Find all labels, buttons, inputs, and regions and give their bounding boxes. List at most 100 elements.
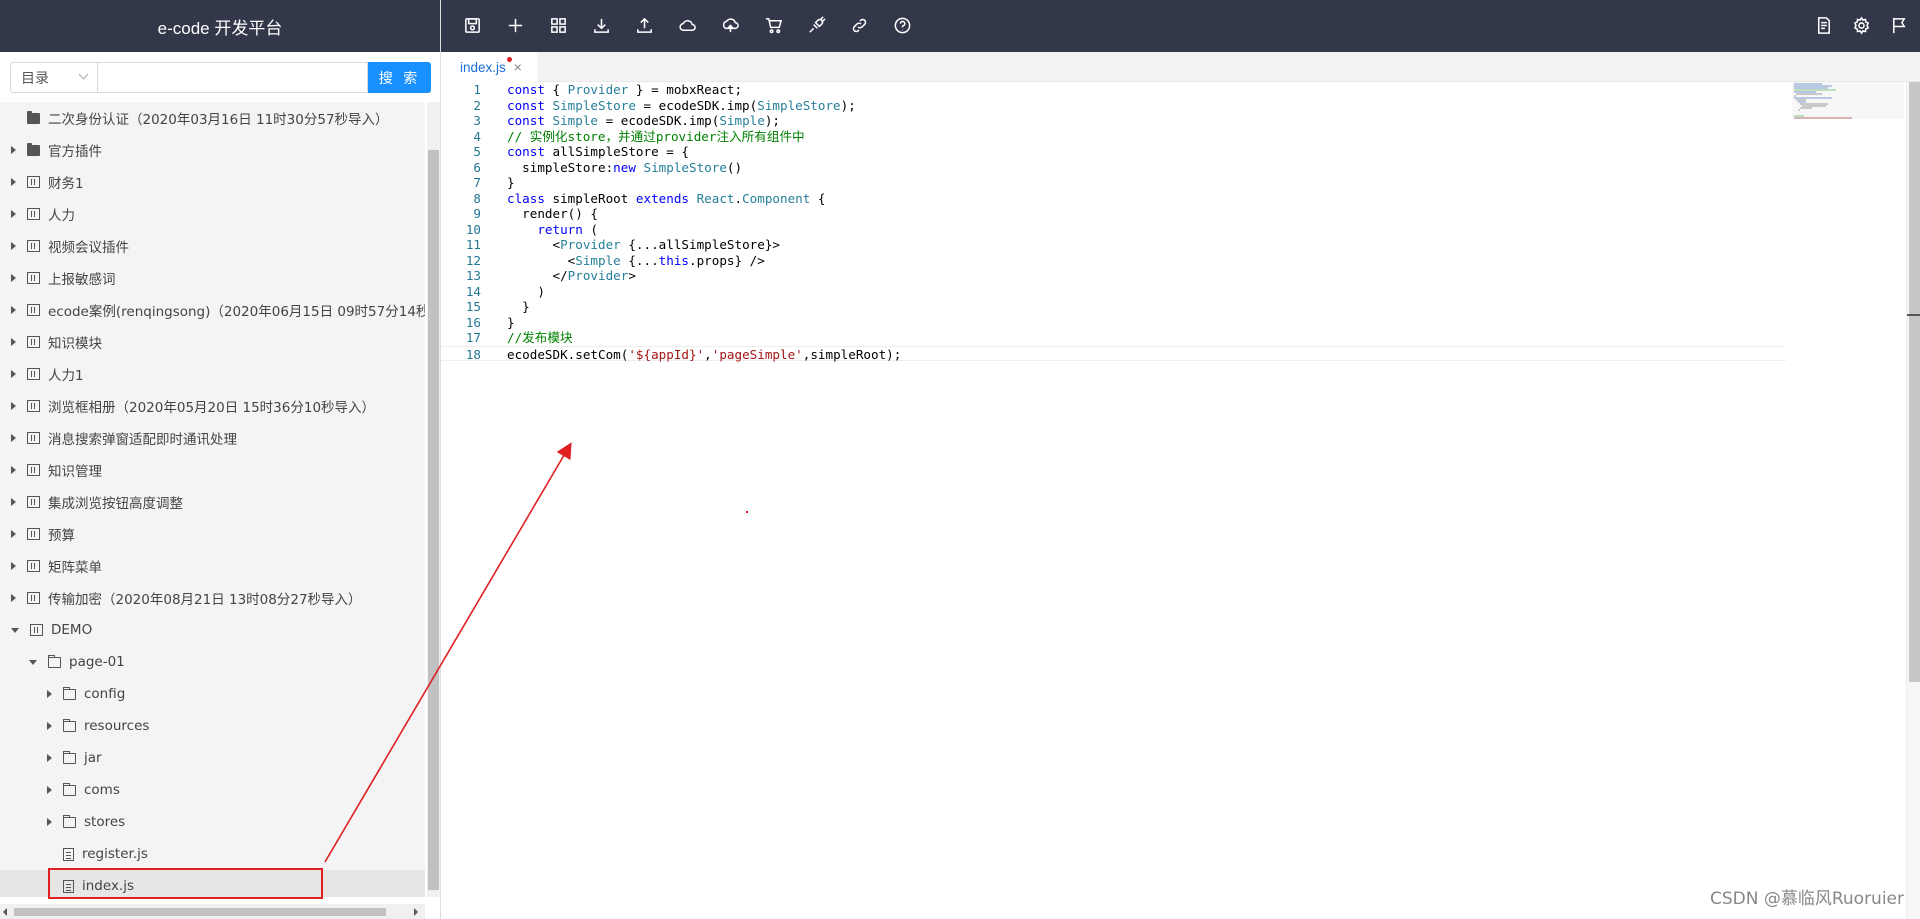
caret-right-icon[interactable] (47, 690, 52, 698)
code-token: //发布模块 (507, 330, 573, 345)
cloud-button[interactable] (676, 14, 698, 36)
code-line[interactable]: 14 ) (441, 284, 1786, 300)
code-token: extends (635, 190, 697, 206)
tree-item[interactable]: 知识管理 (0, 454, 425, 486)
tree-item[interactable]: 视频会议插件 (0, 230, 425, 262)
scroll-right-icon[interactable] (414, 908, 418, 916)
code-token: Simple (719, 113, 765, 128)
caret-right-icon[interactable] (11, 242, 16, 250)
sidebar-scrollbar-thumb[interactable] (428, 150, 439, 890)
caret-right-icon[interactable] (11, 370, 16, 378)
editor-scrollbar[interactable] (1906, 82, 1920, 919)
caret-right-icon[interactable] (47, 722, 52, 730)
caret-right-icon[interactable] (11, 210, 16, 218)
log-button[interactable] (1812, 14, 1834, 36)
tree-item[interactable]: 人力 (0, 198, 425, 230)
code-line[interactable]: 17 //发布模块 (441, 330, 1786, 346)
add-button[interactable] (504, 14, 526, 36)
caret-right-icon[interactable] (11, 178, 16, 186)
code-line[interactable]: 3 const Simple = ecodeSDK.imp(Simple); (441, 113, 1786, 129)
code-line[interactable]: 15 } (441, 299, 1786, 315)
tree-item[interactable]: ecode案例(renqingsong)（2020年06月15日 09时57分1… (0, 294, 425, 326)
search-input[interactable] (98, 62, 368, 93)
caret-right-icon[interactable] (47, 818, 52, 826)
tree-item[interactable]: register.js (0, 838, 425, 870)
tree-item[interactable]: 浏览框相册（2020年05月20日 15时36分10秒导入） (0, 390, 425, 422)
help-button[interactable] (891, 14, 913, 36)
code-line[interactable]: 7} (441, 175, 1786, 191)
editor-scrollbar-thumb[interactable] (1909, 82, 1920, 682)
close-icon[interactable]: × (514, 59, 522, 75)
tree-item[interactable]: 预算 (0, 518, 425, 550)
code-text: // 实例化store，并通过provider注入所有组件中 (507, 129, 805, 145)
caret-right-icon[interactable] (11, 274, 16, 282)
search-button[interactable]: 搜 索 (368, 62, 431, 93)
caret-right-icon[interactable] (11, 146, 16, 154)
caret-right-icon[interactable] (11, 338, 16, 346)
caret-right-icon[interactable] (47, 754, 52, 762)
code-line[interactable]: 2 const SimpleStore = ecodeSDK.imp(Simple… (441, 98, 1786, 114)
tree-item[interactable]: DEMO (0, 614, 425, 646)
caret-right-icon[interactable] (11, 402, 16, 410)
download-button[interactable] (590, 14, 612, 36)
caret-down-icon[interactable] (11, 627, 19, 633)
link-icon (852, 18, 866, 32)
tree-item[interactable]: 集成浏览按钮高度调整 (0, 486, 425, 518)
tree-item[interactable]: 传输加密（2020年08月21日 13时08分27秒导入） (0, 582, 425, 614)
upload-button[interactable] (633, 14, 655, 36)
tree-item[interactable]: 知识模块 (0, 326, 425, 358)
tree-item[interactable]: 二次身份认证（2020年03月16日 11时30分57秒导入） (0, 102, 425, 134)
code-line[interactable]: 8 class simpleRoot extends React.Componen… (441, 191, 1786, 207)
module-icon (27, 528, 40, 540)
code-line[interactable]: 16} (441, 315, 1786, 331)
save-button[interactable] (461, 14, 483, 36)
code-line[interactable]: 12 <Simple {...this.props} /> (441, 253, 1786, 269)
cart-button[interactable] (762, 14, 784, 36)
tree-item[interactable]: config (0, 678, 425, 710)
caret-right-icon[interactable] (11, 434, 16, 442)
horizontal-scroll-thumb[interactable] (14, 908, 386, 916)
code-line[interactable]: 5 const allSimpleStore = { (441, 144, 1786, 160)
tree-item[interactable]: 官方插件 (0, 134, 425, 166)
caret-right-icon[interactable] (47, 786, 52, 794)
flag-button[interactable] (1888, 14, 1910, 36)
code-line[interactable]: 6 simpleStore:new SimpleStore() (441, 160, 1786, 176)
tree-item[interactable]: resources (0, 710, 425, 742)
caret-right-icon[interactable] (11, 466, 16, 474)
caret-down-icon[interactable] (29, 659, 37, 665)
caret-right-icon[interactable] (11, 306, 16, 314)
code-line[interactable]: 10 return ( (441, 222, 1786, 238)
code-line[interactable]: 1 const { Provider } = mobxReact; (441, 82, 1786, 98)
code-line[interactable]: 13 </Provider> (441, 268, 1786, 284)
code-token: .props} /> (689, 252, 765, 268)
caret-right-icon[interactable] (11, 594, 16, 602)
scope-select[interactable]: 目录 (10, 62, 98, 93)
code-editor[interactable]: 1 const { Provider } = mobxReact; 2 const S… (441, 82, 1920, 919)
tab-index-js[interactable]: index.js × (441, 52, 537, 82)
code-text: <Simple {...this.props} /> (507, 253, 765, 269)
tree-item[interactable]: page-01 (0, 646, 425, 678)
caret-right-icon[interactable] (11, 530, 16, 538)
tree-item[interactable]: 上报敏感词 (0, 262, 425, 294)
tree-item[interactable]: jar (0, 742, 425, 774)
sidebar-horizontal-scrollbar[interactable] (0, 904, 425, 919)
settings-button[interactable] (1850, 14, 1872, 36)
plug-button[interactable] (805, 14, 827, 36)
cloud-upload-button[interactable] (719, 14, 741, 36)
tree-item[interactable]: 矩阵菜单 (0, 550, 425, 582)
tree-item[interactable]: stores (0, 806, 425, 838)
code-line[interactable]: 9 render() { (441, 206, 1786, 222)
tree-item[interactable]: 人力1 (0, 358, 425, 390)
tree-item[interactable]: 消息搜索弹窗适配即时通讯处理 (0, 422, 425, 454)
line-number: 13 (465, 268, 481, 283)
link-button[interactable] (848, 14, 870, 36)
grid-button[interactable] (547, 14, 569, 36)
code-line[interactable]: 18 ecodeSDK.setCom('${appId}','pageSimple… (441, 345, 1786, 362)
caret-right-icon[interactable] (11, 562, 16, 570)
caret-right-icon[interactable] (11, 498, 16, 506)
tree-item[interactable]: 财务1 (0, 166, 425, 198)
tree-item[interactable]: coms (0, 774, 425, 806)
code-line[interactable]: 11 <Provider {...allSimpleStore}> (441, 237, 1786, 253)
scroll-left-icon[interactable] (3, 908, 7, 916)
code-line[interactable]: 4 // 实例化store，并通过provider注入所有组件中 (441, 129, 1786, 145)
